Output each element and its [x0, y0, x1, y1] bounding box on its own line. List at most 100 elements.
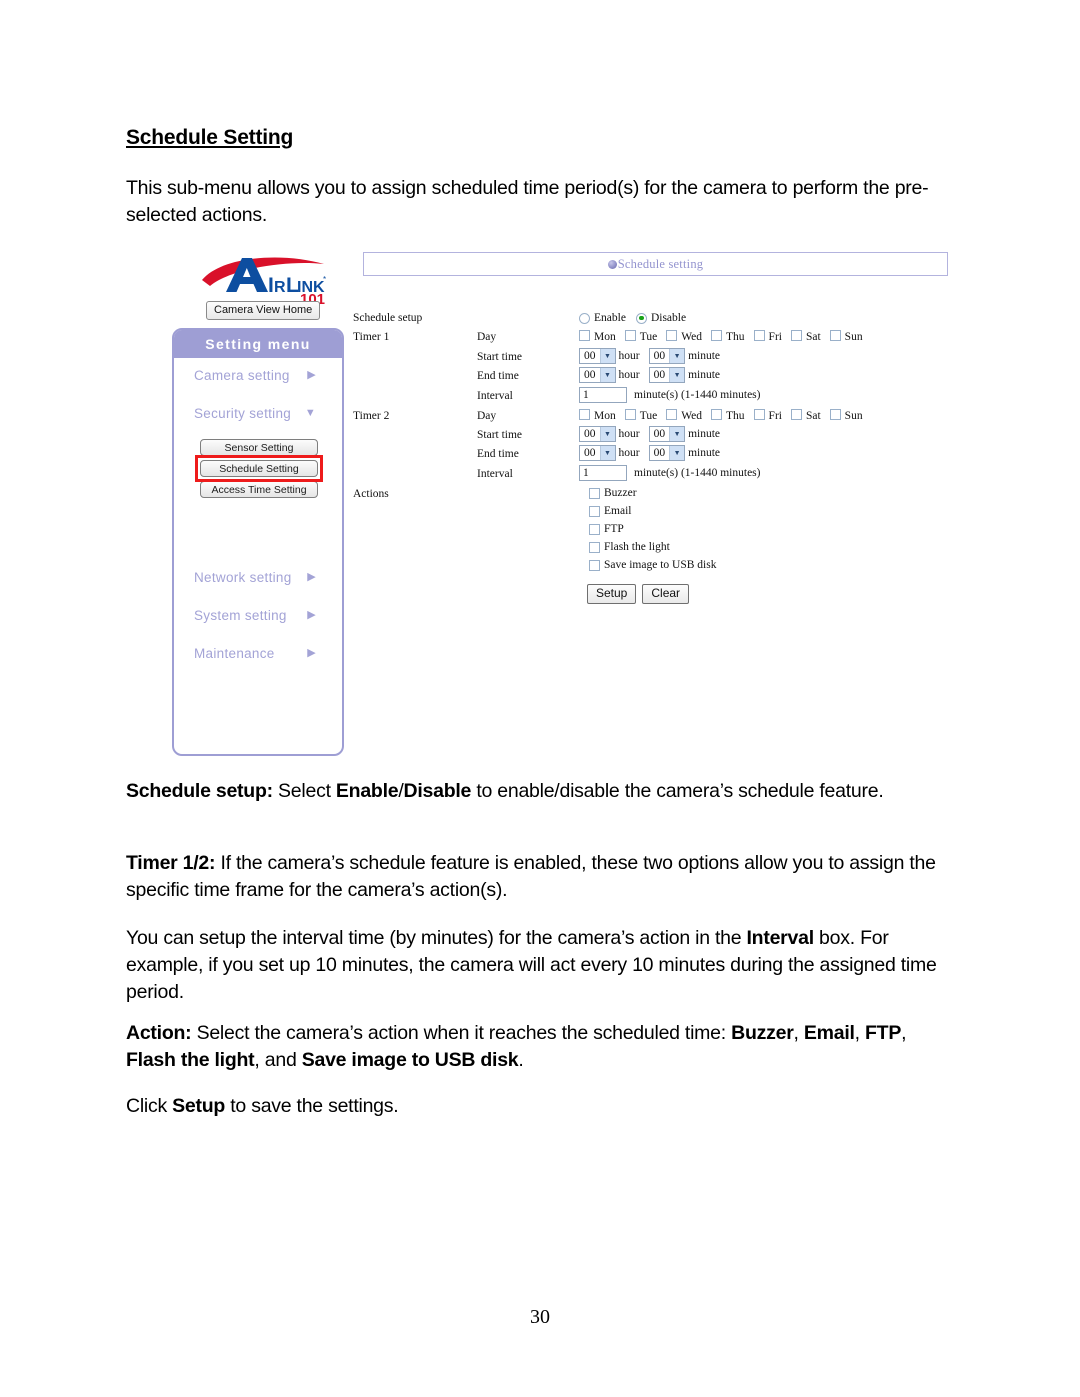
svg-text:*: * — [323, 275, 326, 284]
timer2-start-hour-select[interactable]: 00 ▼ — [579, 426, 616, 442]
action-label: FTP — [604, 523, 624, 535]
schedule-form: Schedule setup Enable Disable Timer 1 Da… — [353, 312, 954, 758]
timer1-day-label: Day — [477, 331, 497, 343]
schedule-setup-radio-group[interactable]: Enable Disable — [579, 312, 686, 324]
select-value: 00 — [584, 447, 596, 459]
timer1-interval-hint: minute(s) (1-1440 minutes) — [634, 389, 761, 401]
timer1-day-sun[interactable]: Sun — [829, 330, 863, 343]
checkbox-icon[interactable] — [666, 330, 678, 341]
checkbox-icon[interactable] — [790, 330, 802, 341]
page-number: 30 — [530, 1306, 550, 1328]
timer1-day-wed[interactable]: Wed — [666, 330, 702, 343]
sidebar-item-label: Network setting — [194, 570, 292, 585]
checkbox-icon[interactable] — [829, 409, 841, 420]
text: Select the camera’s action when it reach… — [191, 1022, 732, 1044]
checkbox-icon[interactable] — [666, 409, 678, 420]
timer2-day-mon[interactable]: Mon — [579, 409, 616, 422]
timer1-day-thu[interactable]: Thu — [711, 330, 745, 343]
day-label: Sat — [805, 410, 821, 422]
timer1-interval-controls[interactable]: 1 minute(s) (1-1440 minutes) — [579, 387, 760, 403]
chevron-down-icon[interactable]: ▼ — [669, 349, 685, 363]
timer1-end-hour-select[interactable]: 00 ▼ — [579, 367, 616, 383]
checkbox-icon[interactable] — [579, 409, 590, 420]
document-page: Schedule Setting This sub-menu allows yo… — [0, 0, 1080, 1397]
checkbox-icon[interactable] — [589, 523, 600, 535]
timer2-day-tue[interactable]: Tue — [624, 409, 657, 422]
sidebar-item-system-setting[interactable]: System setting ▶ — [174, 608, 342, 623]
checkbox-icon[interactable] — [711, 330, 723, 341]
text-bold: Disable — [403, 780, 472, 802]
select-value: 00 — [653, 428, 666, 440]
setting-menu-sidebar: Setting menu Camera setting ▶ Security s… — [172, 328, 344, 756]
timer2-day-sun[interactable]: Sun — [829, 409, 863, 422]
timer2-day-thu[interactable]: Thu — [711, 409, 745, 422]
timer1-start-time-controls[interactable]: 00 ▼ hour 00 ▼ minute — [579, 348, 729, 364]
checkbox-icon[interactable] — [624, 330, 636, 341]
chevron-down-icon[interactable]: ▼ — [599, 349, 615, 363]
camera-view-home-button[interactable]: Camera View Home — [206, 301, 321, 320]
action-label: Save image to USB disk — [604, 559, 717, 571]
timer1-end-minute-select[interactable]: 00 ▼ — [648, 367, 686, 383]
bullet-sphere-icon — [607, 259, 617, 269]
enable-radio[interactable] — [579, 312, 590, 324]
timer2-start-minute-select[interactable]: 00 ▼ — [648, 426, 686, 442]
checkbox-icon[interactable] — [589, 559, 600, 571]
checkbox-icon[interactable] — [753, 409, 765, 420]
timer-term: Timer 1/2: — [126, 852, 216, 874]
sidebar-item-camera-setting[interactable]: Camera setting ▶ — [174, 368, 342, 383]
timer2-day-label: Day — [477, 410, 497, 422]
timer2-label: Timer 2 — [353, 410, 390, 422]
timer1-day-sat[interactable]: Sat — [790, 330, 821, 343]
timer2-day-fri[interactable]: Fri — [753, 409, 782, 422]
action-label: Buzzer — [604, 487, 637, 499]
checkbox-icon[interactable] — [711, 409, 723, 420]
checkbox-icon[interactable] — [589, 487, 600, 499]
timer2-interval-input[interactable]: 1 — [579, 465, 627, 481]
timer2-day-checkboxes[interactable]: Mon Tue Wed Thu Fri Sat Sun — [579, 409, 863, 422]
checkbox-icon[interactable] — [589, 541, 600, 553]
timer2-day-wed[interactable]: Wed — [666, 409, 702, 422]
action-flash-the-light[interactable]: Flash the light — [589, 541, 670, 553]
timer2-interval-controls[interactable]: 1 minute(s) (1-1440 minutes) — [579, 465, 760, 481]
setup-button[interactable]: Setup — [587, 584, 637, 604]
chevron-down-icon[interactable]: ▼ — [669, 368, 685, 382]
timer1-end-time-controls[interactable]: 00 ▼ hour 00 ▼ minute — [579, 367, 729, 383]
chevron-down-icon[interactable]: ▼ — [669, 427, 685, 441]
timer1-day-checkboxes[interactable]: Mon Tue Wed Thu Fri Sat Sun — [579, 330, 863, 343]
action-ftp[interactable]: FTP — [589, 523, 624, 535]
disable-radio[interactable] — [635, 312, 647, 324]
timer2-end-time-controls[interactable]: 00 ▼ hour 00 ▼ minute — [579, 445, 729, 461]
checkbox-icon[interactable] — [790, 409, 802, 420]
timer1-interval-input[interactable]: 1 — [579, 387, 627, 403]
chevron-down-icon[interactable]: ▼ — [599, 427, 615, 441]
chevron-down-icon[interactable]: ▼ — [599, 368, 615, 382]
timer1-day-tue[interactable]: Tue — [624, 330, 657, 343]
action-save-image-to-usb-disk[interactable]: Save image to USB disk — [589, 559, 716, 571]
text-bold: Enable — [335, 780, 399, 802]
timer2-start-time-controls[interactable]: 00 ▼ hour 00 ▼ minute — [579, 426, 729, 442]
timer1-start-minute-select[interactable]: 00 ▼ — [648, 348, 686, 364]
checkbox-icon[interactable] — [753, 330, 765, 341]
clear-button[interactable]: Clear — [642, 584, 690, 604]
timer2-end-minute-select[interactable]: 00 ▼ — [648, 445, 686, 461]
sidebar-item-access-time-setting[interactable]: Access Time Setting — [200, 481, 318, 498]
action-buzzer[interactable]: Buzzer — [589, 487, 637, 499]
sidebar-item-maintenance[interactable]: Maintenance ▶ — [174, 646, 342, 661]
timer1-start-hour-select[interactable]: 00 ▼ — [579, 348, 616, 364]
chevron-down-icon[interactable]: ▼ — [669, 446, 685, 460]
timer1-day-mon[interactable]: Mon — [579, 330, 616, 343]
timer2-day-sat[interactable]: Sat — [790, 409, 821, 422]
highlight-annotation-box — [195, 455, 323, 482]
checkbox-icon[interactable] — [624, 409, 636, 420]
timer1-day-fri[interactable]: Fri — [753, 330, 782, 343]
checkbox-icon[interactable] — [579, 330, 590, 341]
timer2-end-hour-select[interactable]: 00 ▼ — [579, 445, 616, 461]
checkbox-icon[interactable] — [589, 505, 600, 517]
action-email[interactable]: Email — [589, 505, 631, 517]
sidebar-item-sensor-setting[interactable]: Sensor Setting — [200, 439, 318, 456]
sidebar-item-network-setting[interactable]: Network setting ▶ — [174, 570, 342, 585]
checkbox-icon[interactable] — [829, 330, 841, 341]
day-label: Sun — [844, 410, 863, 422]
sidebar-item-security-setting[interactable]: Security setting ▼ — [174, 406, 342, 421]
chevron-down-icon[interactable]: ▼ — [599, 446, 615, 460]
